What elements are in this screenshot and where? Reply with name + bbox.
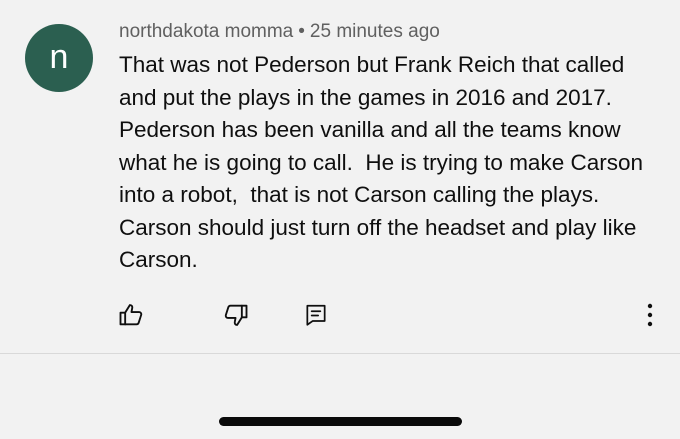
comment-actions — [0, 300, 680, 330]
comment-content: northdakota momma • 25 minutes ago That wa… — [119, 20, 664, 277]
comment-text: That was not Pederson but Frank Reich th… — [119, 49, 664, 277]
thumbs-down-icon — [222, 301, 250, 329]
comment-header: northdakota momma • 25 minutes ago — [119, 20, 664, 44]
comment-text-line: what he is going to call. He is trying t… — [119, 149, 643, 175]
home-indicator[interactable] — [219, 417, 462, 426]
thumbs-up-icon — [117, 301, 145, 329]
comment-reply-icon — [303, 302, 329, 328]
dislike-button[interactable] — [221, 300, 251, 330]
comment-text-line: Pederson has been vanilla and all the te… — [119, 117, 621, 142]
comment-text-line: Carson. — [119, 247, 198, 272]
like-button[interactable] — [116, 300, 146, 330]
comment-text-line: That was not Pederson but Frank Reich th… — [119, 52, 625, 77]
comment-text-line: Carson should just turn off the headset … — [119, 214, 637, 240]
reply-button[interactable] — [301, 300, 331, 330]
avatar-letter: n — [49, 37, 69, 76]
more-vertical-icon — [638, 301, 662, 329]
meta-separator: • — [298, 21, 305, 42]
comment-text-line: into a robot, that is not Carson calling… — [119, 182, 600, 207]
more-options-button[interactable] — [635, 300, 665, 330]
comment-timestamp: 25 minutes ago — [309, 21, 440, 42]
divider — [0, 353, 680, 354]
comment-text-line: and put the plays in the games in 2016 a… — [119, 84, 612, 110]
avatar[interactable]: n — [25, 24, 93, 92]
author-name[interactable]: northdakota momma — [119, 21, 293, 42]
